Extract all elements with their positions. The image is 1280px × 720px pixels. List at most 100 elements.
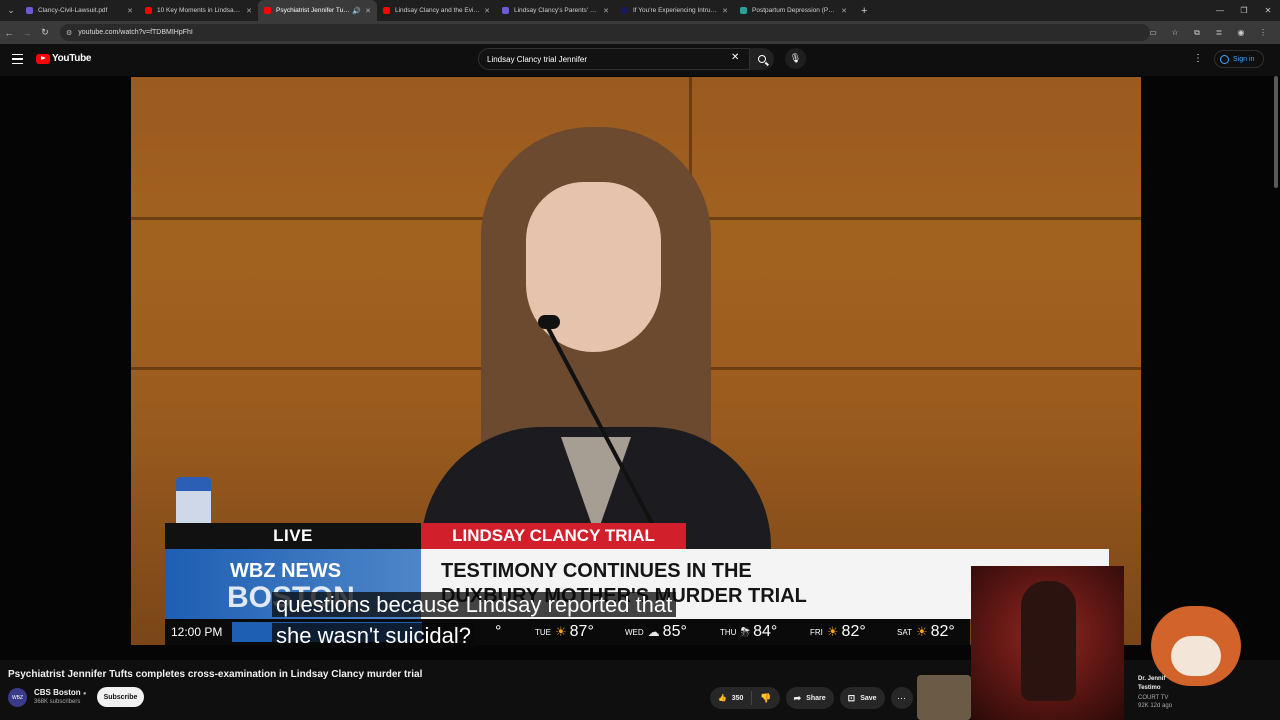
reload-icon[interactable]: ↻ [36,27,54,38]
clear-search-icon[interactable]: ✕ [731,52,739,63]
minimize-icon[interactable]: — [1208,6,1232,15]
video-title: Psychiatrist Jennifer Tufts completes cr… [8,669,423,680]
tab-close-icon[interactable]: ✕ [365,7,371,15]
artwork-figure [1021,581,1076,701]
save-label: Save [860,694,877,702]
new-tab-button[interactable]: + [861,5,867,17]
tab-close-icon[interactable]: ✕ [127,7,133,15]
close-window-icon[interactable]: ✕ [1256,6,1280,15]
channel-name-text: CBS Boston [34,688,81,697]
site-info-icon[interactable]: ⚙ [66,29,72,37]
headline-line-1: TESTIMONY CONTINUES IN THE [441,560,752,582]
artwork-overlay [971,566,1124,720]
channel-name[interactable]: CBS Boston ● [34,688,87,697]
recommended-meta: 92K 12d ago [1138,703,1173,709]
url-field[interactable]: ⚙ youtube.com/watch?v=fTDBMIHpFhI [60,24,1150,41]
recommended-video-thumbnail[interactable] [917,675,971,720]
tab-close-icon[interactable]: ✕ [246,7,252,15]
account-icon [1220,54,1229,64]
search-icon [758,55,766,63]
weather-day: SAT [897,627,912,637]
dislike-button[interactable]: 👎 [752,693,779,704]
search-button[interactable] [750,48,774,70]
red-panda-face [1171,636,1221,676]
search-input[interactable]: Lindsay Clancy trial Jennifer [478,48,750,70]
youtube-play-icon [36,53,50,64]
thumbs-down-icon: 👎 [760,692,772,703]
tab-favicon-icon [740,7,747,14]
extensions-icon[interactable]: ⧉ [1186,28,1208,38]
page-scrollbar[interactable] [1274,76,1278,188]
url-text: youtube.com/watch?v=fTDBMIHpFhI [78,29,193,36]
media-control-icon[interactable]: ≣ [1208,28,1230,37]
weather-item: SAT ☀ 82° [897,619,955,645]
guide-menu-icon[interactable] [12,54,23,64]
microphone-head [538,315,560,329]
caption-line-2: she wasn't suicidal? [272,623,475,648]
bookmark-icon: ⊡ [847,692,856,703]
profile-icon[interactable]: ◉ [1230,28,1252,37]
tab-label: Psychiatrist Jennifer Tufts c [276,7,351,14]
share-label: Share [806,694,826,702]
like-button[interactable]: 👍 350 [710,691,753,705]
subscribe-button[interactable]: Subscribe [97,687,144,707]
browser-tab[interactable]: Clancy-Civil-Lawsuit.pdf ✕ [20,0,139,21]
browser-menu-icon[interactable]: ⋮ [1252,28,1274,37]
tab-favicon-icon [621,7,628,14]
recommended-title-line-2: Testimo [1138,685,1161,691]
channel-avatar[interactable]: WBZ [8,688,27,707]
browser-tab[interactable]: Lindsay Clancy's Parents' $1 Mi ✕ [496,0,615,21]
tab-label: If You're Experiencing Intrusive [633,7,719,14]
save-button[interactable]: ⊡ Save [839,687,885,709]
tab-favicon-icon [383,7,390,14]
tab-label: Lindsay Clancy's Parents' $1 Mi [514,7,600,14]
youtube-header: YouTube Lindsay Clancy trial Jennifer ✕ … [0,44,1280,76]
tab-close-icon[interactable]: ✕ [603,7,609,15]
ticker-time: 12:00 PM [171,625,223,639]
tab-favicon-icon [264,7,271,14]
browser-tab[interactable]: Postpartum Depression (PPD) ✕ [734,0,853,21]
closed-captions: questions because Lindsay reported that … [272,589,742,651]
video-actions: 👍 350 👎 ➦ Share ⊡ Save ⋯ [710,687,913,709]
share-button[interactable]: ➦ Share [785,687,834,709]
search-query-text: Lindsay Clancy trial Jennifer [487,54,588,64]
settings-menu-icon[interactable]: ⋮ [1193,53,1203,64]
browser-tab[interactable]: Lindsay Clancy and the Evidenc ✕ [377,0,496,21]
tab-label: Lindsay Clancy and the Evidenc [395,7,481,14]
tab-close-icon[interactable]: ✕ [722,7,728,15]
caption-line-1: questions because Lindsay reported that [272,592,677,617]
forward-icon[interactable]: → [18,28,36,38]
youtube-logo[interactable]: YouTube [36,53,92,64]
subscriber-count: 368K subscribers [34,699,81,705]
verified-icon: ● [82,691,87,697]
share-icon: ➦ [793,692,802,703]
sign-in-label: Sign in [1233,55,1255,63]
back-icon[interactable]: ← [0,28,18,38]
tab-search-icon[interactable]: ⌄ [2,2,20,20]
tab-favicon-icon [502,7,509,14]
bookmark-star-icon[interactable]: ☆ [1164,28,1186,37]
tab-close-icon[interactable]: ✕ [841,7,847,15]
cast-icon[interactable]: ▭ [1142,28,1164,37]
like-dislike-group: 👍 350 👎 [710,687,780,709]
restore-icon[interactable]: ❐ [1232,6,1256,15]
browser-tab[interactable]: 10 Key Moments in Lindsay Cla ✕ [139,0,258,21]
tab-favicon-icon [26,7,33,14]
sign-in-button[interactable]: Sign in [1214,50,1264,68]
browser-tab[interactable]: If You're Experiencing Intrusive ✕ [615,0,734,21]
browser-tab-strip: ⌄ Clancy-Civil-Lawsuit.pdf ✕ 10 Key Moment… [0,0,1280,21]
tab-close-icon[interactable]: ✕ [484,7,490,15]
recommended-channel: COURT TV [1138,695,1169,701]
window-controls: — ❐ ✕ [1208,0,1280,21]
weather-temp: 82° [841,623,866,640]
voice-search-icon[interactable]: 🎙 [785,48,806,69]
tab-label: Clancy-Civil-Lawsuit.pdf [38,7,108,14]
more-actions-icon[interactable]: ⋯ [890,687,913,709]
address-bar: ← → ↻ ⚙ youtube.com/watch?v=fTDBMIHpFhI … [0,21,1280,44]
sun-icon: ☀ [915,624,928,639]
station-name: WBZ NEWS [230,560,342,582]
tab-audio-icon[interactable]: 🔊 [352,7,361,15]
weather-temp: 82° [930,623,955,640]
browser-tab[interactable]: Psychiatrist Jennifer Tufts c 🔊 ✕ [258,0,377,21]
recommended-video-info[interactable]: Dr. Jennif Testimo COURT TV 92K 12d ago [1138,675,1268,709]
